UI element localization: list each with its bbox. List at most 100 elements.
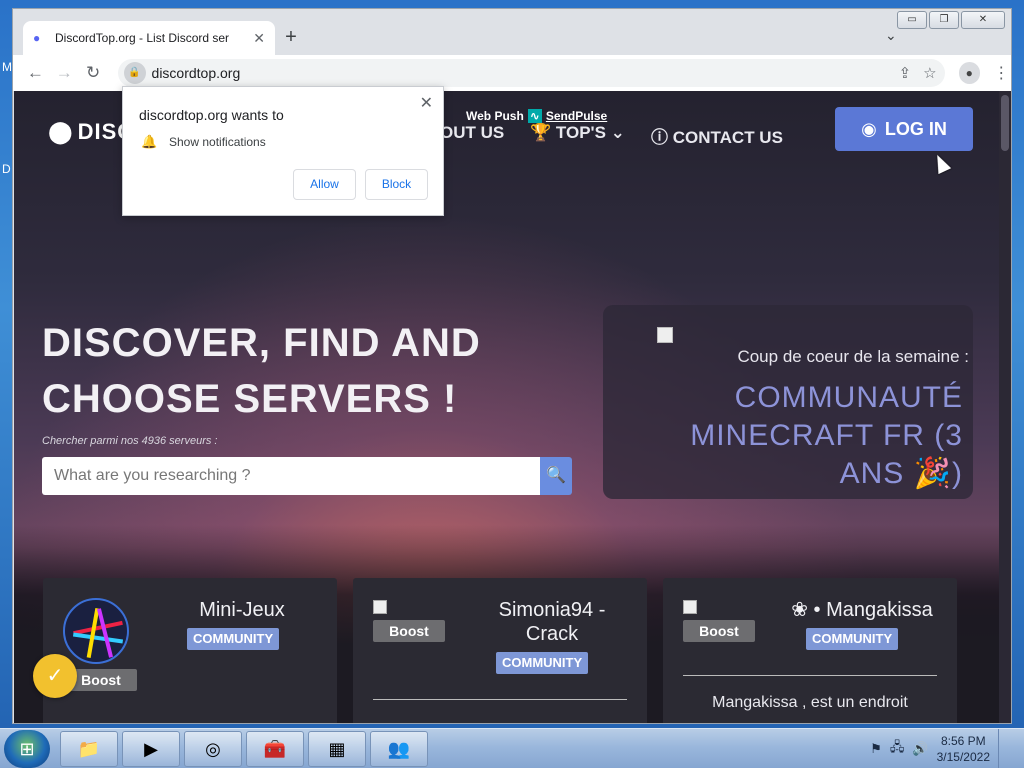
notification-permission-popup: discordtop.org wants to ✕ 🔔 Show notific… [122,86,444,216]
hero-subtitle: Chercher parmi nos 4936 serveurs : [42,435,218,447]
sendpulse-link[interactable]: SendPulse [546,109,607,123]
community-tag: COMMUNITY [496,652,589,674]
featured-server[interactable]: Coup de coeur de la semaine : COMMUNAUTÉ… [603,305,973,499]
server-search: 🔍 [42,457,572,495]
chevron-down-icon: ⌄ [610,123,625,142]
tab-title: DiscordTop.org - List Discord ser [55,31,230,45]
close-icon[interactable]: ✕ [420,93,433,113]
clock-time: 8:56 PM [940,734,986,748]
server-image-icon [373,600,387,614]
omnibox-actions: ⇪ ☆ [899,64,945,82]
featured-image-icon [657,327,673,343]
nav-tops[interactable]: 🏆 TOP'S ⌄ [530,123,625,143]
featured-name-line: MINECRAFT FR (3 [690,419,963,452]
lock-icon[interactable]: 🔒 [123,62,146,84]
featured-caption: Coup de coeur de la semaine : [737,347,969,366]
restore-button[interactable]: ❐ [929,11,959,29]
allow-button[interactable]: Allow [293,169,356,200]
url-text[interactable]: discordtop.org [152,65,241,81]
nav-contact-us[interactable]: ⓘ CONTACT US [651,123,783,148]
minimize-button[interactable]: ▭ [897,11,927,29]
server-card[interactable]: Mini-Jeux COMMUNITY Boost [43,578,337,723]
media-player-icon[interactable]: ▶ [122,731,180,767]
server-title[interactable]: Simonia94 - Crack [457,598,647,646]
popup-title: discordtop.org wants to [139,107,284,123]
hero-title-line: DISCOVER, FIND AND [42,321,481,365]
community-tag: COMMUNITY [806,628,899,650]
boost-badge[interactable]: Boost [683,620,755,642]
nav-tops-label: TOP'S [555,123,606,142]
boost-badge[interactable]: Boost [373,620,445,642]
server-title-line: Simonia94 - [498,599,606,621]
featured-name-line: COMMUNAUTÉ [734,381,963,414]
toolbox-icon[interactable]: 🧰 [246,731,304,767]
server-description: Mangakissa , est un endroit [712,694,908,711]
block-button[interactable]: Block [365,169,428,200]
featured-server-name[interactable]: COMMUNAUTÉ MINECRAFT FR (3 ANS 🎉) [603,379,973,493]
permission-text: Show notifications [169,135,266,149]
search-input[interactable] [42,457,540,495]
nav-about-us[interactable]: OUT US [440,123,504,143]
nav-contact-label: CONTACT US [672,128,783,147]
profile-icon[interactable]: ● [958,62,980,84]
sendpulse-icon: ∿ [527,109,542,123]
desktop-label: D [2,162,11,176]
taskbar: ⊞ 📁 ▶ ◎ 🧰 ▦ 👥 ⚑ 🖧 🔊 8:56 PM 3/15/2022 [0,728,1024,768]
server-title[interactable]: Mini-Jeux [147,598,337,622]
scrollbar-thumb[interactable] [1001,95,1009,151]
discord-favicon-icon: ● [33,31,41,45]
system-tray: ⚑ 🖧 🔊 8:56 PM 3/15/2022 [870,729,1010,768]
window-controls: ▭ ❐ ✕ [897,11,1005,29]
search-button[interactable]: 🔍 [540,457,572,495]
info-icon: ⓘ [651,128,668,147]
search-icon: 🔍 [546,467,566,484]
page-scrollbar[interactable] [999,91,1011,723]
bell-icon: 🔔 [141,134,158,149]
control-panel-icon[interactable]: ▦ [308,731,366,767]
chrome-icon[interactable]: ◎ [184,731,242,767]
server-title-line: Crack [525,623,579,645]
trophy-icon: 🏆 [530,123,552,142]
login-label: LOG IN [884,118,947,139]
new-tab-button[interactable]: + [278,25,304,51]
clock-date: 3/15/2022 [936,750,990,764]
start-button[interactable]: ⊞ [4,730,50,768]
featured-name-line: ANS 🎉) [839,457,963,490]
card-divider [683,675,937,676]
back-button[interactable]: ← [21,58,50,88]
desktop-label: M [2,60,12,74]
webpush-label: Web Push [466,109,524,123]
bookmark-star-icon[interactable]: ☆ [923,64,936,82]
forward-button[interactable]: → [50,58,79,88]
browser-tab[interactable]: ● DiscordTop.org - List Discord ser ✕ [23,21,275,55]
share-icon[interactable]: ⇪ [899,64,912,82]
hero-title: DISCOVER, FIND AND CHOOSE SERVERS ! [42,315,522,427]
network-icon[interactable]: 🖧 [890,738,905,760]
volume-icon[interactable]: 🔊 [912,741,928,757]
tab-close-icon[interactable]: ✕ [253,30,265,47]
clock[interactable]: 8:56 PM 3/15/2022 [937,733,990,765]
reload-button[interactable]: ↻ [79,58,108,88]
flag-icon[interactable]: ⚑ [870,741,882,757]
server-card[interactable]: Boost Simonia94 - Crack COMMUNITY [353,578,647,723]
menu-icon[interactable]: ⋮ [992,63,1011,83]
file-explorer-icon[interactable]: 📁 [60,731,118,767]
card-divider [373,699,627,700]
server-avatar [63,598,129,664]
titlebar: ● DiscordTop.org - List Discord ser ✕ + … [13,9,1011,55]
discord-bot-icon: ⬤ [48,119,74,144]
tab-search-icon[interactable]: ⌄ [885,27,897,44]
login-button[interactable]: ◉ LOG IN [835,107,973,151]
show-desktop-button[interactable] [998,729,1010,768]
checkmark-badge-icon[interactable]: ✓ [33,654,77,698]
server-title[interactable]: ❀ • Mangakissa [767,598,957,622]
users-icon[interactable]: 👥 [370,731,428,767]
address-bar[interactable]: 🔒 discordtop.org ⇪ ☆ [117,59,945,87]
webpush-banner[interactable]: Web Push ∿ SendPulse [466,109,607,123]
discord-icon: ◉ [861,118,877,139]
community-tag: COMMUNITY [187,628,280,650]
hero-title-line: CHOOSE SERVERS ! [42,377,458,421]
close-window-button[interactable]: ✕ [961,11,1005,29]
server-image-icon [683,600,697,614]
server-card[interactable]: Boost ❀ • Mangakissa COMMUNITY Mangakiss… [663,578,957,723]
